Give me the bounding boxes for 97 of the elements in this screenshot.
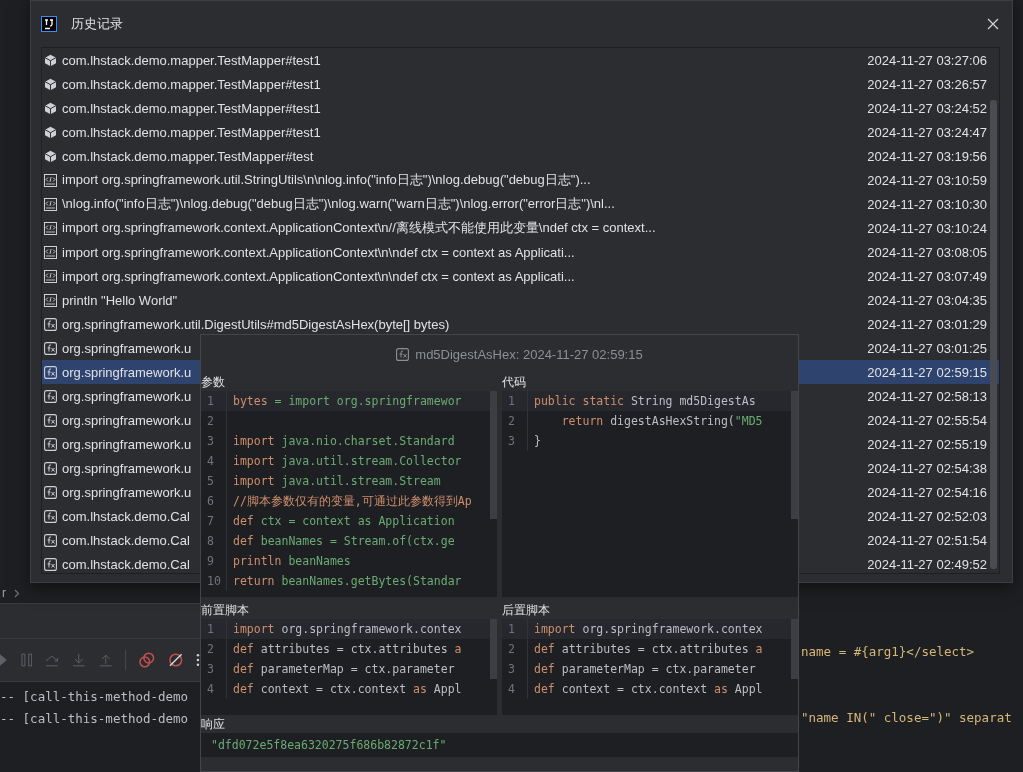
code-line: }	[533, 433, 541, 450]
history-time: 2024-11-27 03:07:49	[867, 268, 987, 284]
history-time: 2024-11-27 03:26:57	[867, 76, 987, 92]
code-line: import java.util.stream.Stream	[232, 473, 441, 490]
line-number: 8	[201, 531, 227, 551]
console-line: -- [call-this-method-demo	[0, 710, 190, 728]
history-time: 2024-11-27 02:52:03	[867, 508, 987, 524]
history-text: import org.springframework.context.ApplicationContext\n//离线模式不能使用此变量\ndef ctx = context...	[62, 219, 656, 237]
history-text: import org.springframework.util.StringUtils\n\nlog.info("info日志")\nlog.debug("debug日志")...	[62, 171, 591, 189]
section-label: 响应	[201, 716, 225, 733]
history-time: 2024-11-27 03:01:25	[867, 340, 987, 356]
code-line: def attributes = ctx.attributes a	[232, 641, 462, 658]
code-line: "name IN(" close=")" separat	[800, 709, 1013, 727]
history-text: com.lhstack.demo.mapper.TestMapper#test1	[62, 100, 321, 116]
line-number: 5	[201, 471, 227, 491]
history-time: 2024-11-27 03:04:35	[867, 292, 987, 308]
line-number: 7	[201, 511, 227, 531]
history-text: org.springframework.u	[62, 412, 192, 428]
line-number: 2	[502, 411, 528, 431]
history-text: import org.springframework.context.ApplicationContext\n\ndef ctx = context as Applicati...	[62, 244, 575, 260]
line-number: 1	[201, 619, 227, 639]
code-line: def attributes = ctx.attributes a	[533, 641, 763, 658]
history-time: 2024-11-27 03:24:47	[867, 124, 987, 140]
line-number: 3	[201, 431, 227, 451]
code-line: def ctx = context as Application	[232, 513, 455, 530]
history-time: 2024-11-27 03:08:05	[867, 244, 987, 260]
history-time: 2024-11-27 03:19:56	[867, 148, 987, 164]
history-time: 2024-11-27 02:54:38	[867, 460, 987, 476]
history-time: 2024-11-27 03:10:24	[867, 220, 987, 236]
history-text: org.springframework.u	[62, 388, 192, 404]
history-text: org.springframework.u	[62, 436, 192, 452]
line-number: 3	[502, 659, 528, 679]
line-number: 2	[201, 639, 227, 659]
history-text: com.lhstack.demo.mapper.TestMapper#test1	[62, 52, 321, 68]
section-label: 后置脚本	[502, 602, 550, 619]
history-time: 2024-11-27 02:58:13	[867, 388, 987, 404]
code-line: import org.springframework.contex	[232, 621, 462, 638]
line-number: 2	[201, 411, 227, 431]
history-time: 2024-11-27 02:54:16	[867, 484, 987, 500]
history-time: 2024-11-27 03:24:52	[867, 100, 987, 116]
section-label: 代码	[502, 374, 526, 391]
code-line: println beanNames	[232, 553, 351, 570]
console-line: -- [call-this-method-demo	[0, 688, 190, 706]
code-line: import java.nio.charset.Standard	[232, 433, 455, 450]
dialog-title: 历史记录	[71, 15, 123, 33]
history-time: 2024-11-27 02:49:52	[867, 556, 987, 572]
code-line: return digestAsHexString("MD5	[560, 413, 763, 430]
section-label: 前置脚本	[201, 602, 249, 619]
history-text: com.lhstack.demo.Cal	[62, 556, 190, 572]
history-time: 2024-11-27 03:10:59	[867, 172, 987, 188]
code-line: bytes = import org.springframewor	[232, 393, 462, 410]
history-time: 2024-11-27 03:10:30	[867, 196, 987, 212]
line-number: 4	[502, 679, 528, 699]
history-text: com.lhstack.demo.mapper.TestMapper#test	[62, 148, 314, 164]
line-number: 3	[502, 431, 528, 451]
history-text: println "Hello World"	[62, 292, 178, 308]
line-number: 6	[201, 491, 227, 511]
line-number: 9	[201, 551, 227, 571]
response-value: "dfd072e5f8ea6320275f686b82872c1f"	[211, 738, 447, 752]
line-number: 1	[502, 619, 528, 639]
history-text: import org.springframework.context.ApplicationContext\n\ndef ctx = context as Applicati...	[62, 268, 575, 284]
line-number: 4	[201, 451, 227, 471]
history-text: com.lhstack.demo.Cal	[62, 508, 190, 524]
line-number: 10	[201, 571, 227, 591]
history-time: 2024-11-27 02:55:19	[867, 436, 987, 452]
code-line: def beanNames = Stream.of(ctx.ge	[232, 533, 455, 550]
history-time: 2024-11-27 02:59:15	[867, 364, 987, 380]
line-number: 4	[201, 679, 227, 699]
history-time: 2024-11-27 02:55:54	[867, 412, 987, 428]
code-line: def parameterMap = ctx.parameter	[533, 661, 756, 678]
history-text: org.springframework.util.DigestUtils#md5DigestAsHex(byte[] bytes)	[62, 316, 450, 332]
history-time: 2024-11-27 02:51:54	[867, 532, 987, 548]
history-time: 2024-11-27 03:01:29	[867, 316, 987, 332]
code-line: def parameterMap = ctx.parameter	[232, 661, 455, 678]
line-number: 3	[201, 659, 227, 679]
code-line: return beanNames.getBytes(Standar	[232, 573, 462, 590]
history-text: com.lhstack.demo.mapper.TestMapper#test1	[62, 124, 321, 140]
code-line: //脚本参数仅有的变量,可通过此参数得到Ap	[232, 493, 472, 510]
history-text: com.lhstack.demo.Cal	[62, 532, 190, 548]
code-line: import org.springframework.contex	[533, 621, 763, 638]
history-text: org.springframework.u	[62, 484, 192, 500]
history-text: org.springframework.u	[62, 340, 192, 356]
history-time: 2024-11-27 03:27:06	[867, 52, 987, 68]
line-number: 1	[201, 391, 227, 411]
code-line: import java.util.stream.Collector	[232, 453, 462, 470]
history-text: org.springframework.u	[62, 460, 192, 476]
code-line: public static String md5DigestAs	[533, 393, 756, 410]
section-label: 参数	[201, 374, 225, 391]
history-text: com.lhstack.demo.mapper.TestMapper#test1	[62, 76, 321, 92]
line-number: 1	[502, 391, 528, 411]
code-line: name = #{arg1}</select>	[800, 643, 976, 661]
code-line: def context = ctx.context as Appl	[533, 681, 763, 698]
code-line: def context = ctx.context as Appl	[232, 681, 462, 698]
line-number: 2	[502, 639, 528, 659]
history-text: \nlog.info("info日志")\nlog.debug("debug日志")\nlog.warn("warn日志")\nlog.error("error日志")\nl...	[62, 195, 615, 213]
history-text: org.springframework.u	[62, 364, 192, 380]
popup-title: md5DigestAsHex: 2024-11-27 02:59:15	[415, 346, 643, 362]
